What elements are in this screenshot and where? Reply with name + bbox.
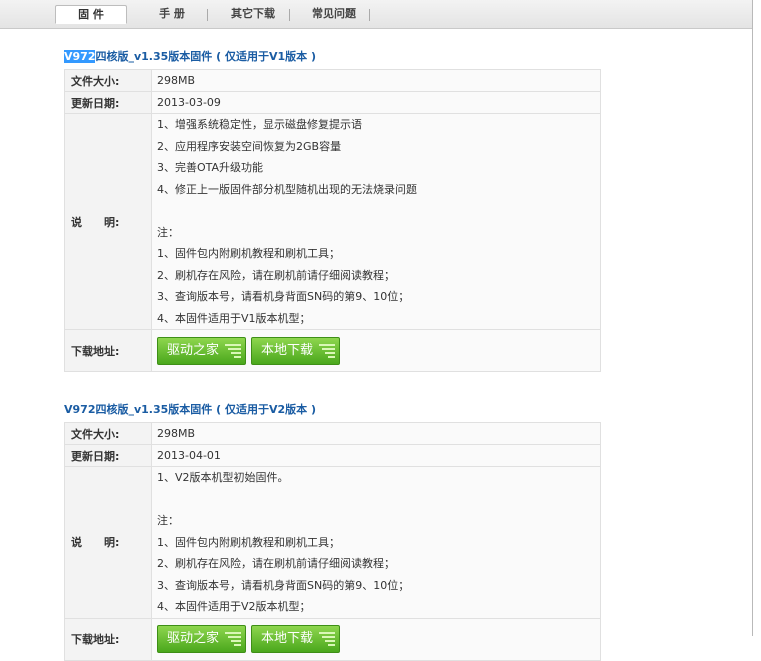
- firmware-section-v2: V972四核版_v1.35版本固件 ( 仅适用于V2版本 ) 文件大小: 298…: [64, 402, 601, 661]
- tab-separator: [289, 9, 290, 21]
- local-download-button[interactable]: 本地下载: [251, 336, 341, 365]
- desc-line: 2、刷机存在风险，请在刷机前请仔细阅读教程；: [157, 557, 395, 570]
- desc-line: 1、固件包内附刷机教程和刷机工具；: [157, 535, 340, 549]
- desc-line: [157, 200, 595, 222]
- desc-line: 1、V2版本机型初始固件。: [157, 471, 289, 484]
- desc-line: 4、本固件适用于V1版本机型；: [157, 311, 311, 325]
- title-rest: 四核版_v1.35版本固件 ( 仅适用于V1版本 ): [95, 50, 317, 63]
- date-value: 2013-03-09: [151, 91, 601, 114]
- desc-line: 4、修正上一版固件部分机型随机出现的无法烧录问题: [157, 182, 417, 196]
- download-bars-icon: [319, 343, 336, 358]
- desc-line: 注：: [157, 514, 179, 527]
- desc-line: 1、增强系统稳定性，显示磁盘修复提示语: [157, 118, 362, 131]
- date-value: 2013-04-01: [151, 444, 601, 467]
- download-buttons: 驱动之家 本地下载: [151, 617, 601, 661]
- firmware-section-v1: V972四核版_v1.35版本固件 ( 仅适用于V1版本 ) 文件大小: 298…: [64, 49, 601, 372]
- driver-home-download-button[interactable]: 驱动之家: [157, 336, 247, 365]
- desc-line: 注：: [157, 225, 179, 239]
- size-label: 文件大小:: [64, 69, 152, 92]
- firmware-title[interactable]: V972四核版_v1.35版本固件 ( 仅适用于V1版本 ): [64, 49, 601, 65]
- desc-line: 2、刷机存在风险，请在刷机前请仔细阅读教程；: [157, 268, 395, 282]
- local-download-button[interactable]: 本地下载: [251, 625, 341, 653]
- download-bars-icon: [319, 632, 336, 646]
- tab-bar: 固 件 手 册 其它下载 常见问题: [0, 0, 752, 29]
- date-label: 更新日期:: [64, 91, 152, 114]
- desc-line: 2、应用程序安装空间恢复为2GB容量: [157, 139, 342, 153]
- tab-firmware[interactable]: 固 件: [55, 5, 127, 24]
- desc-value: 1、增强系统稳定性，显示磁盘修复提示语 2、应用程序安装空间恢复为2GB容量 3…: [151, 113, 601, 330]
- firmware-info-table: 文件大小: 298MB 更新日期: 2013-03-09 说 明: 1、增强系统…: [64, 69, 601, 372]
- window-border: [752, 0, 753, 636]
- download-buttons: 驱动之家 本地下载: [151, 329, 601, 372]
- download-bars-icon: [225, 632, 242, 646]
- tab-manual[interactable]: 手 册: [140, 5, 204, 23]
- tab-separator: [207, 9, 208, 21]
- desc-line: 4、本固件适用于V2版本机型；: [157, 600, 311, 613]
- size-value: 298MB: [151, 69, 601, 92]
- driver-home-download-button[interactable]: 驱动之家: [157, 625, 247, 653]
- button-label: 本地下载: [261, 631, 314, 646]
- date-label: 更新日期:: [64, 444, 152, 467]
- download-label: 下载地址:: [64, 617, 152, 661]
- firmware-info-table: 文件大小: 298MB 更新日期: 2013-04-01 说 明: 1、V2版本…: [64, 422, 601, 661]
- desc-line: 3、完善OTA升级功能: [157, 161, 264, 174]
- button-label: 驱动之家: [167, 342, 220, 358]
- title-highlight: V972: [64, 50, 96, 63]
- desc-line: [157, 489, 595, 511]
- size-value: 298MB: [151, 422, 601, 445]
- desc-line: 1、固件包内附刷机教程和刷机工具；: [157, 247, 340, 260]
- tab-other-downloads[interactable]: 其它下载: [220, 5, 286, 23]
- button-label: 驱动之家: [167, 631, 220, 646]
- desc-label: 说 明:: [64, 466, 152, 619]
- button-label: 本地下载: [261, 342, 314, 358]
- firmware-title[interactable]: V972四核版_v1.35版本固件 ( 仅适用于V2版本 ): [64, 402, 601, 418]
- size-label: 文件大小:: [64, 422, 152, 445]
- download-label: 下载地址:: [64, 329, 152, 372]
- desc-line: 3、查询版本号，请看机身背面SN码的第9、10位；: [157, 578, 410, 592]
- window-gutter: [754, 0, 761, 636]
- desc-value: 1、V2版本机型初始固件。 注： 1、固件包内附刷机教程和刷机工具； 2、刷机存…: [151, 466, 601, 619]
- download-bars-icon: [225, 343, 242, 358]
- desc-label: 说 明:: [64, 113, 152, 330]
- desc-line: 3、查询版本号，请看机身背面SN码的第9、10位；: [157, 290, 410, 303]
- tab-separator: [369, 9, 370, 21]
- tab-faq[interactable]: 常见问题: [302, 5, 366, 23]
